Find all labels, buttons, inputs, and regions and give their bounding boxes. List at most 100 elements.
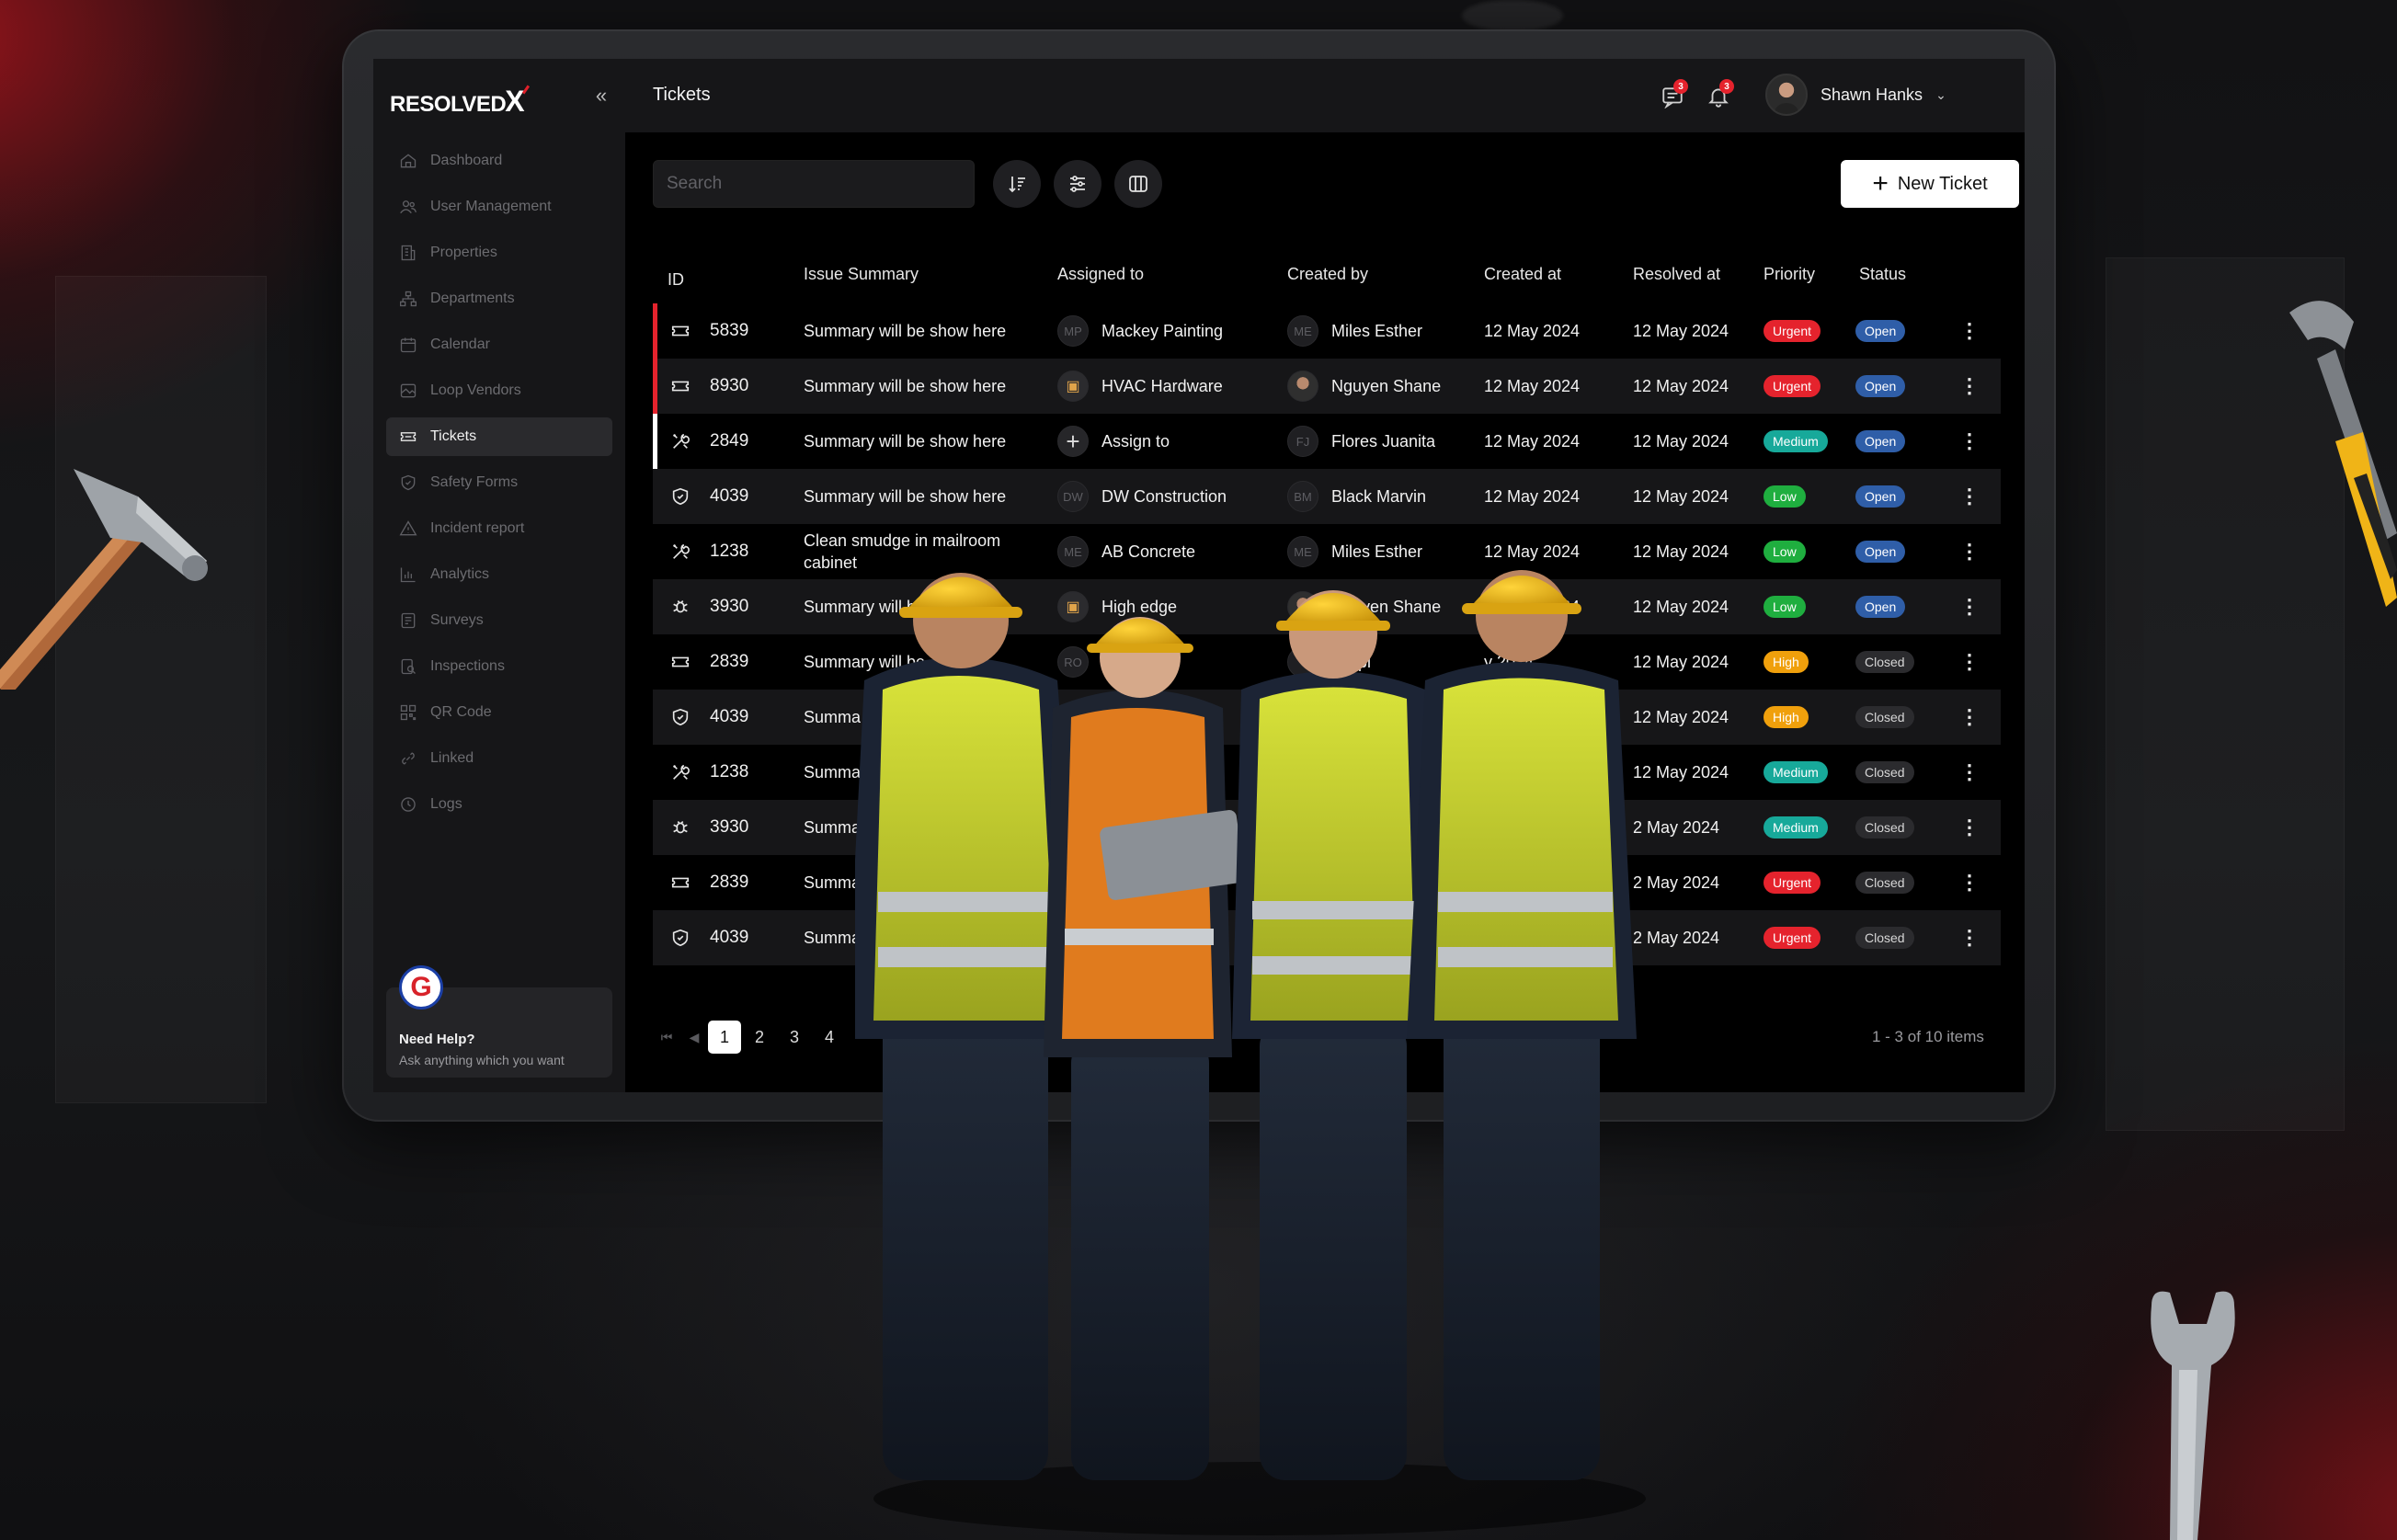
- column-header-status[interactable]: Status: [1859, 265, 1906, 284]
- column-header-priority[interactable]: Priority: [1764, 265, 1815, 284]
- sidebar-item-departments[interactable]: Departments: [386, 279, 612, 318]
- priority-badge: High: [1764, 706, 1809, 728]
- sidebar-item-linked[interactable]: Linked: [386, 739, 612, 778]
- assigned-to[interactable]: ▣ HVAC Hardware: [1057, 359, 1223, 414]
- user-menu[interactable]: Shawn Hanks ⌄: [1765, 74, 1946, 116]
- collapse-sidebar-button[interactable]: «: [588, 83, 614, 108]
- prev-page-icon[interactable]: ◀: [680, 1030, 708, 1045]
- column-header-summary[interactable]: Issue Summary: [804, 265, 919, 284]
- row-actions-kebab-icon[interactable]: ⋮: [1958, 375, 1980, 397]
- sidebar-item-qr-code[interactable]: QR Code: [386, 693, 612, 732]
- row-actions-kebab-icon[interactable]: ⋮: [1958, 320, 1980, 342]
- help-card[interactable]: G Need Help? Ask anything which you want: [386, 965, 612, 1078]
- first-page-icon[interactable]: ⏮: [653, 1030, 680, 1045]
- column-header-created-at[interactable]: Created at: [1484, 265, 1561, 284]
- status-badge: Closed: [1855, 706, 1914, 728]
- sidebar-item-label: User Management: [430, 199, 552, 214]
- sidebar-item-surveys[interactable]: Surveys: [386, 601, 612, 640]
- creator-name: Black Marvin: [1331, 486, 1427, 506]
- row-actions-kebab-icon[interactable]: ⋮: [1958, 816, 1980, 838]
- ticket-type-icon: [668, 428, 693, 454]
- table-row[interactable]: 5839 Summary will be show here MP Mackey Pa…: [653, 303, 2001, 359]
- status-badge: Open: [1855, 596, 1906, 618]
- page-button-3[interactable]: 3: [778, 1021, 811, 1054]
- row-actions-kebab-icon[interactable]: ⋮: [1958, 430, 1980, 452]
- creator-avatar: BM: [1287, 481, 1318, 512]
- table-row[interactable]: 2849 Summary will be show here + Assign to F…: [653, 414, 2001, 469]
- sidebar-item-properties[interactable]: Properties: [386, 234, 612, 272]
- sidebar-item-logs[interactable]: Logs: [386, 785, 612, 824]
- column-header-created-by[interactable]: Created by: [1287, 265, 1368, 284]
- ticket-id[interactable]: 1238: [710, 524, 748, 579]
- new-ticket-button[interactable]: + New Ticket: [1841, 160, 2019, 208]
- assigned-to[interactable]: MP Mackey Painting: [1057, 303, 1223, 359]
- row-actions-kebab-icon[interactable]: ⋮: [1958, 706, 1980, 728]
- sidebar-item-tickets[interactable]: Tickets: [386, 417, 612, 456]
- row-actions-kebab-icon[interactable]: ⋮: [1958, 651, 1980, 673]
- ticket-id[interactable]: 8930: [710, 359, 748, 414]
- notifications-button[interactable]: 3: [1703, 79, 1734, 112]
- search-input[interactable]: [653, 160, 975, 208]
- column-header-assigned-to[interactable]: Assigned to: [1057, 265, 1144, 284]
- row-actions-kebab-icon[interactable]: ⋮: [1958, 761, 1980, 783]
- table-row[interactable]: 4039 Summary will be show here DW DW Constr…: [653, 469, 2001, 524]
- row-actions-kebab-icon[interactable]: ⋮: [1958, 541, 1980, 563]
- creator-avatar: FJ: [1287, 426, 1318, 457]
- sidebar-item-loop-vendors[interactable]: Loop Vendors: [386, 371, 612, 410]
- ticket-type-icon: [668, 815, 693, 840]
- priority-badge: Medium: [1764, 816, 1828, 838]
- app-logo[interactable]: RESOLVED X: [390, 85, 525, 119]
- assigned-to[interactable]: + Assign to: [1057, 414, 1170, 469]
- tools-icon: [673, 433, 690, 449]
- page-button-4[interactable]: 4: [813, 1021, 846, 1054]
- columns-button[interactable]: [1114, 160, 1162, 208]
- ticket-id[interactable]: 1238: [710, 745, 748, 800]
- status-badge: Open: [1855, 320, 1906, 342]
- ticket-id[interactable]: 2839: [710, 855, 748, 910]
- ticket-id[interactable]: 4039: [710, 469, 748, 524]
- sidebar-item-label: Calendar: [430, 337, 490, 352]
- ticket-id[interactable]: 5839: [710, 303, 748, 359]
- resolved-at: 12 May 2024: [1633, 486, 1729, 506]
- sidebar-item-user-management[interactable]: User Management: [386, 188, 612, 226]
- ticket-id[interactable]: 3930: [710, 800, 748, 855]
- issue-summary: Summary will be show here: [804, 487, 1007, 506]
- status-cell: Closed: [1855, 910, 1914, 965]
- ticket-id[interactable]: 2849: [710, 414, 748, 469]
- ticket-id[interactable]: 4039: [710, 690, 748, 745]
- row-actions-kebab-icon[interactable]: ⋮: [1958, 872, 1980, 894]
- status-badge: Closed: [1855, 651, 1914, 673]
- sidebar-item-safety-forms[interactable]: Safety Forms: [386, 463, 612, 502]
- ticket-id[interactable]: 3930: [710, 579, 748, 634]
- sidebar-item-inspections[interactable]: Inspections: [386, 647, 612, 686]
- row-actions-kebab-icon[interactable]: ⋮: [1958, 927, 1980, 949]
- ticket-id[interactable]: 4039: [710, 910, 748, 965]
- row-actions-kebab-icon[interactable]: ⋮: [1958, 485, 1980, 508]
- page-button-1[interactable]: 1: [708, 1021, 741, 1054]
- assigned-to[interactable]: DW DW Construction: [1057, 469, 1227, 524]
- sidebar-item-calendar[interactable]: Calendar: [386, 325, 612, 364]
- sidebar-item-label: Logs: [430, 796, 462, 812]
- sort-icon: [1009, 177, 1025, 193]
- calendar-icon: [400, 337, 417, 353]
- add-assignee-icon[interactable]: +: [1057, 426, 1089, 457]
- sort-button[interactable]: [993, 160, 1041, 208]
- sidebar-item-analytics[interactable]: Analytics: [386, 555, 612, 594]
- status-badge: Open: [1855, 430, 1906, 452]
- column-header-resolved-at[interactable]: Resolved at: [1633, 265, 1720, 284]
- sidebar-item-label: Surveys: [430, 612, 484, 628]
- page-button-2[interactable]: 2: [743, 1021, 776, 1054]
- row-actions-kebab-icon[interactable]: ⋮: [1958, 596, 1980, 618]
- sidebar-item-incident-report[interactable]: Incident report: [386, 509, 612, 548]
- messages-button[interactable]: 3: [1657, 79, 1688, 112]
- sidebar-item-label: Inspections: [430, 658, 505, 674]
- sidebar-item-dashboard[interactable]: Dashboard: [386, 142, 612, 180]
- filter-button[interactable]: [1054, 160, 1101, 208]
- background-shelf: [55, 276, 267, 1103]
- assignee-name: Assign to: [1101, 431, 1170, 451]
- table-row[interactable]: 8930 Summary will be show here ▣ HVAC Hardw…: [653, 359, 2001, 414]
- ticket-type-icon: [668, 759, 693, 785]
- new-ticket-label: New Ticket: [1897, 173, 1988, 194]
- ticket-id[interactable]: 2839: [710, 634, 748, 690]
- column-header-id[interactable]: ID: [668, 270, 684, 290]
